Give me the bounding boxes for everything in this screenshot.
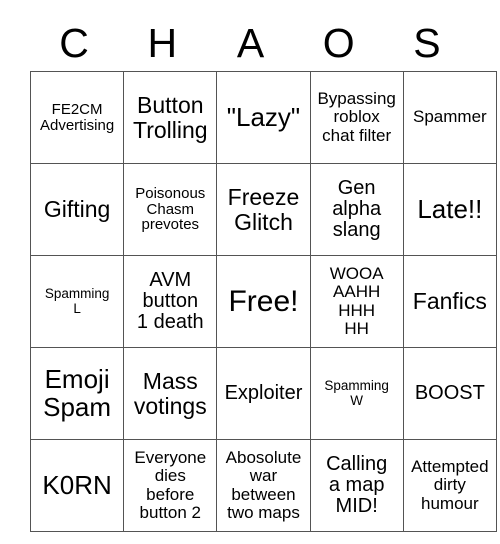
bingo-cell-label: Free! [228, 284, 299, 318]
bingo-cell[interactable]: Abosolute war between two maps [216, 439, 311, 532]
bingo-cell-label: Abosolute war between two maps [225, 448, 302, 522]
title-letter-1: C [59, 20, 89, 66]
bingo-cell-label: Bypassing roblox chat filter [317, 89, 396, 145]
bingo-cell[interactable]: Exploiter [216, 347, 311, 440]
bingo-cell[interactable]: Spamming L [29, 255, 125, 348]
bingo-cell[interactable]: Calling a map MID! [309, 439, 404, 532]
bingo-card: C H A O S FE2CM Advertising Button Troll… [0, 0, 500, 544]
bingo-row: Spamming L AVM button 1 death Free! WOOA… [29, 255, 497, 348]
bingo-cell-label: Spamming W [324, 378, 389, 408]
title-letter-3: A [236, 20, 265, 66]
bingo-cell[interactable]: FE2CM Advertising [29, 71, 125, 164]
bingo-title-row: C H A O S [30, 16, 471, 71]
bingo-cell[interactable]: BOOST [402, 347, 497, 440]
bingo-cell[interactable]: WOOA AAHH HHH HH [309, 255, 404, 348]
bingo-cell[interactable]: Spammer [402, 71, 497, 164]
bingo-cell-label: AVM button 1 death [136, 268, 204, 334]
bingo-cell-label: Spamming L [44, 286, 110, 316]
bingo-grid: FE2CM Advertising Button Trolling "Lazy"… [29, 71, 497, 532]
bingo-cell[interactable]: Attempted dirty humour [402, 439, 497, 532]
bingo-row: FE2CM Advertising Button Trolling "Lazy"… [29, 71, 497, 164]
bingo-cell[interactable]: K0RN [29, 439, 125, 532]
bingo-cell-label: K0RN [42, 469, 112, 500]
bingo-row: Gifting Poisonous Chasm prevotes Freeze … [29, 163, 497, 256]
bingo-cell[interactable]: Late!! [402, 163, 497, 256]
title-letter-4: O [322, 20, 355, 66]
bingo-cell-label: Emoji Spam [43, 363, 112, 422]
bingo-cell-label: Gifting [43, 196, 111, 223]
bingo-cell-label: BOOST [414, 381, 485, 404]
bingo-cell[interactable]: Everyone dies before button 2 [123, 439, 218, 532]
bingo-cell[interactable]: Button Trolling [123, 71, 218, 164]
bingo-cell-label: Poisonous Chasm prevotes [135, 184, 206, 234]
bingo-cell-label: "Lazy" [226, 101, 301, 132]
bingo-cell-label: Everyone dies before button 2 [134, 448, 207, 522]
bingo-cell[interactable]: Mass votings [123, 347, 218, 440]
bingo-cell-label: WOOA AAHH HHH HH [329, 264, 384, 338]
bingo-cell-label: Gen alpha slang [332, 176, 382, 242]
bingo-cell-label: Calling a map MID! [326, 452, 388, 518]
bingo-cell-label: Exploiter [224, 381, 303, 404]
bingo-cell-label: Attempted dirty humour [411, 457, 489, 513]
bingo-cell[interactable]: Poisonous Chasm prevotes [123, 163, 218, 256]
bingo-cell[interactable]: AVM button 1 death [123, 255, 218, 348]
bingo-cell[interactable]: Gen alpha slang [309, 163, 404, 256]
bingo-cell-label: Freeze Glitch [227, 184, 300, 235]
bingo-cell-label: Spammer [413, 107, 487, 127]
bingo-cell-label: Fanfics [412, 288, 487, 315]
bingo-row: K0RN Everyone dies before button 2 Aboso… [29, 439, 497, 532]
bingo-cell-label: Button Trolling [133, 92, 208, 143]
bingo-cell[interactable]: Fanfics [402, 255, 497, 348]
bingo-cell[interactable]: Freeze Glitch [216, 163, 311, 256]
bingo-row: Emoji Spam Mass votings Exploiter Spammi… [29, 347, 497, 440]
bingo-cell-label: Mass votings [133, 368, 207, 419]
bingo-cell[interactable]: Spamming W [309, 347, 404, 440]
bingo-cell[interactable]: Bypassing roblox chat filter [309, 71, 404, 164]
bingo-cell-label: FE2CM Advertising [39, 100, 115, 134]
bingo-cell-free[interactable]: Free! [216, 255, 311, 348]
title-letter-5: S [413, 20, 441, 66]
bingo-cell[interactable]: "Lazy" [216, 71, 311, 164]
title-letter-2: H [147, 20, 178, 66]
bingo-cell[interactable]: Gifting [29, 163, 125, 256]
bingo-cell-label: Late!! [417, 193, 483, 224]
bingo-cell[interactable]: Emoji Spam [29, 347, 125, 440]
